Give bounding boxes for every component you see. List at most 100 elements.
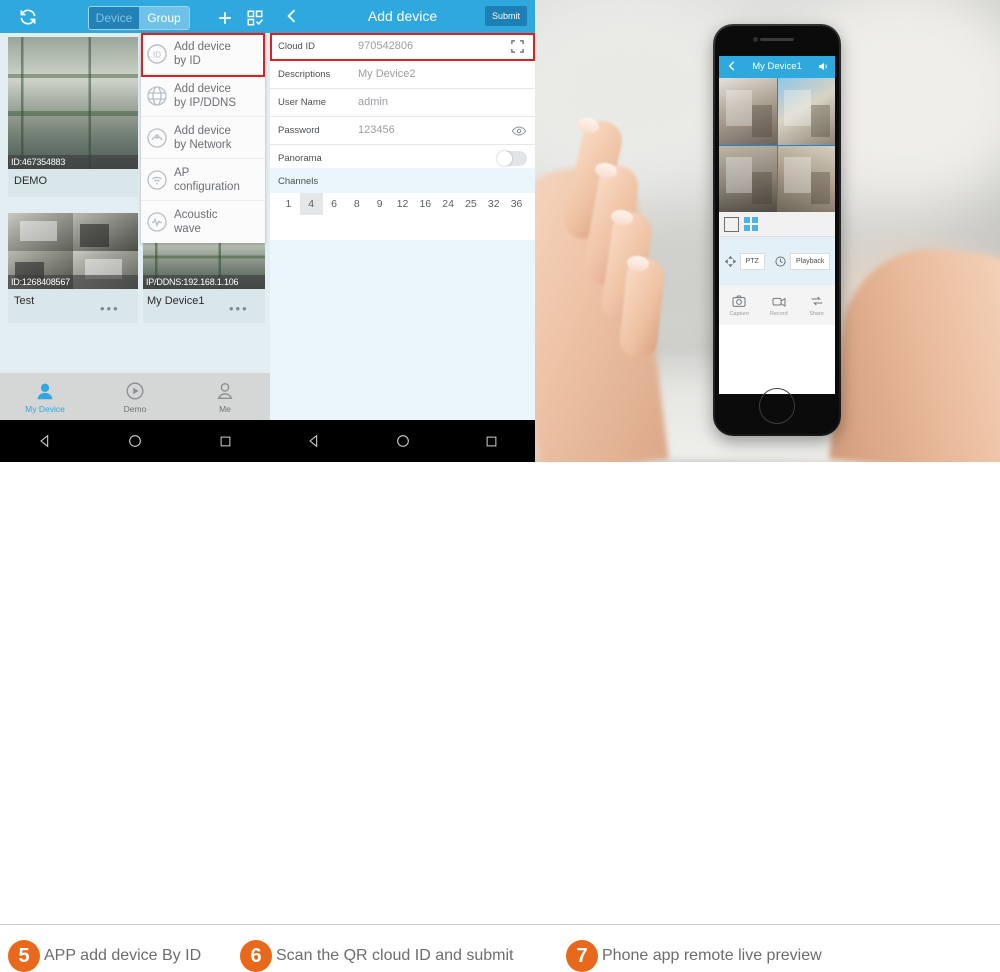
channel-option[interactable]: 24	[437, 193, 460, 215]
speaker-icon[interactable]	[817, 60, 830, 73]
video-tile[interactable]	[719, 145, 777, 212]
record-button[interactable]: Record	[770, 293, 788, 317]
descriptions-input[interactable]: My Device2	[358, 61, 415, 88]
device-more-button[interactable]: •••	[229, 301, 249, 316]
square-recents-icon[interactable]	[484, 434, 499, 449]
qr-scan-icon[interactable]	[246, 9, 264, 27]
caption-text: APP add device By ID	[44, 947, 202, 964]
person-icon	[217, 382, 233, 399]
circle-home-icon[interactable]	[127, 433, 143, 449]
channels-section: Channels 1 4 6 8 9 12 16 24 25 32 36	[270, 168, 535, 215]
channel-option[interactable]: 12	[391, 193, 414, 215]
menu-item-add-by-network[interactable]: Add device by Network	[141, 117, 265, 159]
play-circle-icon	[126, 382, 144, 399]
qr-scan-icon[interactable]	[510, 39, 525, 54]
playback-label[interactable]: Playback	[789, 252, 831, 270]
video-tile[interactable]	[777, 145, 835, 212]
divider	[0, 924, 1000, 925]
ptz-control[interactable]: PTZ	[724, 252, 765, 270]
device-thumbnail[interactable]: ID:467354883	[8, 37, 138, 169]
user-name-input[interactable]: admin	[358, 89, 388, 116]
panel2-topbar: Add device Submit	[270, 0, 535, 33]
camera-icon	[732, 295, 746, 307]
channel-option[interactable]: 25	[460, 193, 483, 215]
caption-text: Scan the QR cloud ID and submit	[276, 947, 514, 964]
channel-option[interactable]: 1	[277, 193, 300, 215]
form-row-password[interactable]: Password 123456	[270, 117, 535, 145]
channels-label: Channels	[278, 176, 319, 187]
triangle-back-icon[interactable]	[306, 433, 322, 449]
thumbnail-image	[8, 37, 138, 169]
form-row-cloud-id[interactable]: Cloud ID 970542806	[270, 33, 535, 61]
menu-item-line2: by ID	[174, 54, 201, 67]
eye-icon[interactable]	[511, 123, 527, 139]
submit-button[interactable]: Submit	[484, 6, 527, 26]
sound-wave-icon	[147, 212, 167, 232]
caption-strip: 5 APP add device By ID 6 Scan the QR clo…	[0, 462, 1000, 972]
tab-device[interactable]: Device	[89, 7, 139, 29]
menu-item-line2: by IP/DDNS	[174, 96, 236, 109]
add-device-form: Cloud ID 970542806 Descriptions My Devic…	[270, 33, 535, 173]
password-input[interactable]: 123456	[358, 117, 395, 144]
menu-item-add-by-ip-ddns[interactable]: Add device by IP/DDNS	[141, 75, 265, 117]
action-label: Record	[769, 311, 788, 317]
segmented-control: Device Group	[88, 6, 190, 30]
sidebar-item-my-device[interactable]: My Device	[0, 373, 90, 420]
sidebar-item-demo[interactable]: Demo	[90, 373, 180, 420]
android-navigation-bar	[0, 420, 270, 462]
device-card[interactable]: ID:1268408567 Test •••	[8, 213, 138, 323]
ptz-label[interactable]: PTZ	[739, 252, 765, 270]
single-view-icon[interactable]	[724, 216, 739, 232]
share-button[interactable]: Share	[809, 293, 825, 317]
tab-group[interactable]: Group	[139, 7, 189, 29]
step-badge: 7	[566, 940, 598, 972]
wifi-icon	[147, 169, 167, 190]
menu-item-ap-configuration[interactable]: AP configuration	[141, 159, 265, 201]
refresh-icon[interactable]	[18, 7, 38, 27]
menu-item-label: Add device by Network	[174, 124, 232, 152]
device-card[interactable]: ID:467354883 DEMO	[8, 37, 138, 197]
square-recents-icon[interactable]	[218, 434, 233, 449]
caption-step-7: 7 Phone app remote live preview	[566, 940, 822, 972]
channel-option[interactable]: 36	[505, 193, 528, 215]
cloud-id-input[interactable]: 970542806	[358, 33, 413, 60]
capture-button[interactable]: Capture	[729, 293, 749, 317]
menu-item-acoustic-wave[interactable]: Acoustic wave	[141, 201, 265, 243]
channel-option[interactable]: 32	[482, 193, 505, 215]
panorama-toggle[interactable]	[497, 151, 527, 166]
channel-option[interactable]: 8	[345, 193, 368, 215]
channel-option[interactable]: 16	[414, 193, 437, 215]
circle-home-icon[interactable]	[395, 433, 411, 449]
device-thumbnail[interactable]: ID:1268408567	[8, 213, 138, 289]
menu-item-line2: by Network	[174, 138, 232, 151]
caption-text: Phone app remote live preview	[602, 947, 822, 964]
quad-view-icon[interactable]	[744, 217, 758, 231]
video-tile[interactable]	[777, 78, 835, 145]
device-more-button[interactable]: •••	[100, 301, 120, 316]
home-button[interactable]	[759, 388, 795, 424]
action-label: Share	[809, 311, 824, 317]
bottom-action-row: Capture Record Share	[719, 285, 835, 325]
camera-device-icon	[37, 383, 53, 399]
channel-option[interactable]: 6	[323, 193, 346, 215]
channel-option[interactable]: 9	[368, 193, 391, 215]
video-tile[interactable]	[719, 78, 777, 145]
step-badge: 5	[8, 940, 40, 972]
channel-option-selected[interactable]: 4	[299, 193, 323, 215]
android-navigation-bar	[270, 420, 535, 462]
ptz-pad-icon	[724, 255, 736, 267]
form-row-descriptions[interactable]: Descriptions My Device2	[270, 61, 535, 89]
plus-icon[interactable]	[215, 8, 235, 28]
sidebar-item-me[interactable]: Me	[180, 373, 270, 420]
menu-item-label: Acoustic wave	[174, 208, 217, 236]
playback-control[interactable]: Playback	[774, 252, 831, 270]
triangle-back-icon[interactable]	[37, 433, 53, 449]
live-video-grid[interactable]	[719, 78, 835, 212]
menu-item-label: AP configuration	[174, 166, 240, 194]
form-row-user-name[interactable]: User Name admin	[270, 89, 535, 117]
menu-item-add-by-id[interactable]: ID Add device by ID	[141, 33, 265, 75]
device-id-label: ID:1268408567	[8, 275, 138, 289]
menu-item-label: Add device by IP/DDNS	[174, 82, 236, 110]
globe-icon	[147, 85, 167, 106]
field-label: Password	[278, 125, 320, 136]
